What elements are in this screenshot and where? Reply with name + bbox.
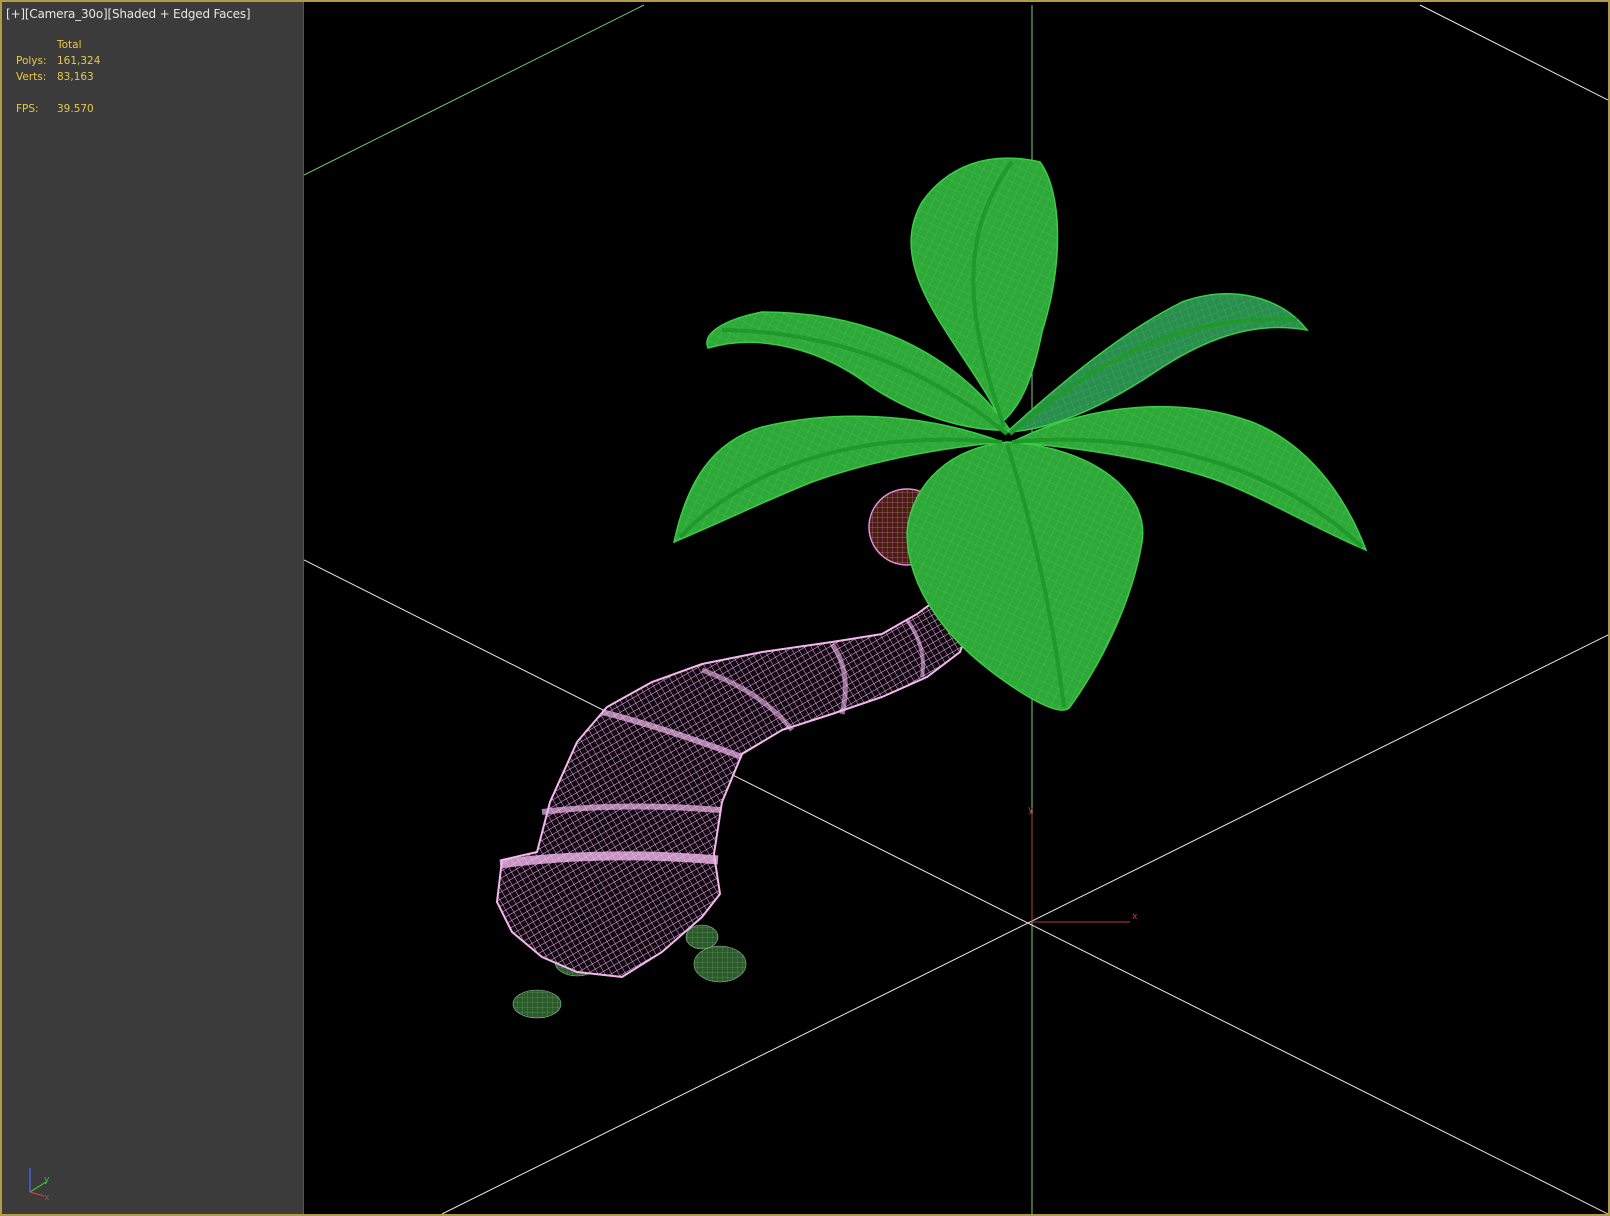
camera-menu-button[interactable]: [Camera_30o] xyxy=(25,7,108,21)
shading-mode-button[interactable]: [Shaded + Edged Faces] xyxy=(108,7,251,21)
viewport-label[interactable]: [+][Camera_30o][Shaded + Edged Faces] xyxy=(6,7,251,21)
3d-scene[interactable]: x y xyxy=(304,2,1608,1214)
polys-value: 161,324 xyxy=(57,55,101,67)
viewport-menu-button[interactable]: [+] xyxy=(6,7,25,21)
fps-value: 39.570 xyxy=(57,103,94,115)
grid-line xyxy=(304,4,645,176)
verts-label: Verts: xyxy=(16,71,47,83)
viewport-frame[interactable]: [+][Camera_30o][Shaded + Edged Faces] To… xyxy=(0,0,1610,1216)
mini-axis-y-label: y xyxy=(44,1175,50,1185)
gizmo-y-label: y xyxy=(1028,805,1034,815)
palm-trunk[interactable] xyxy=(495,590,976,979)
verts-value: 83,163 xyxy=(57,71,94,83)
stats-total-header: Total xyxy=(57,39,82,51)
view-axis-tripod-icon: y x xyxy=(29,1168,50,1200)
fps-label: FPS: xyxy=(16,103,39,115)
stats-panel: [+][Camera_30o][Shaded + Edged Faces] To… xyxy=(2,2,304,1214)
grid-line xyxy=(1419,4,1608,101)
transform-gizmo[interactable]: x y xyxy=(1028,805,1138,923)
gizmo-x-label: x xyxy=(1132,912,1138,922)
mini-axis-x-label: x xyxy=(44,1193,50,1200)
polys-label: Polys: xyxy=(16,55,47,67)
palm-leaves[interactable] xyxy=(672,157,1368,711)
leaf[interactable] xyxy=(906,441,1144,711)
